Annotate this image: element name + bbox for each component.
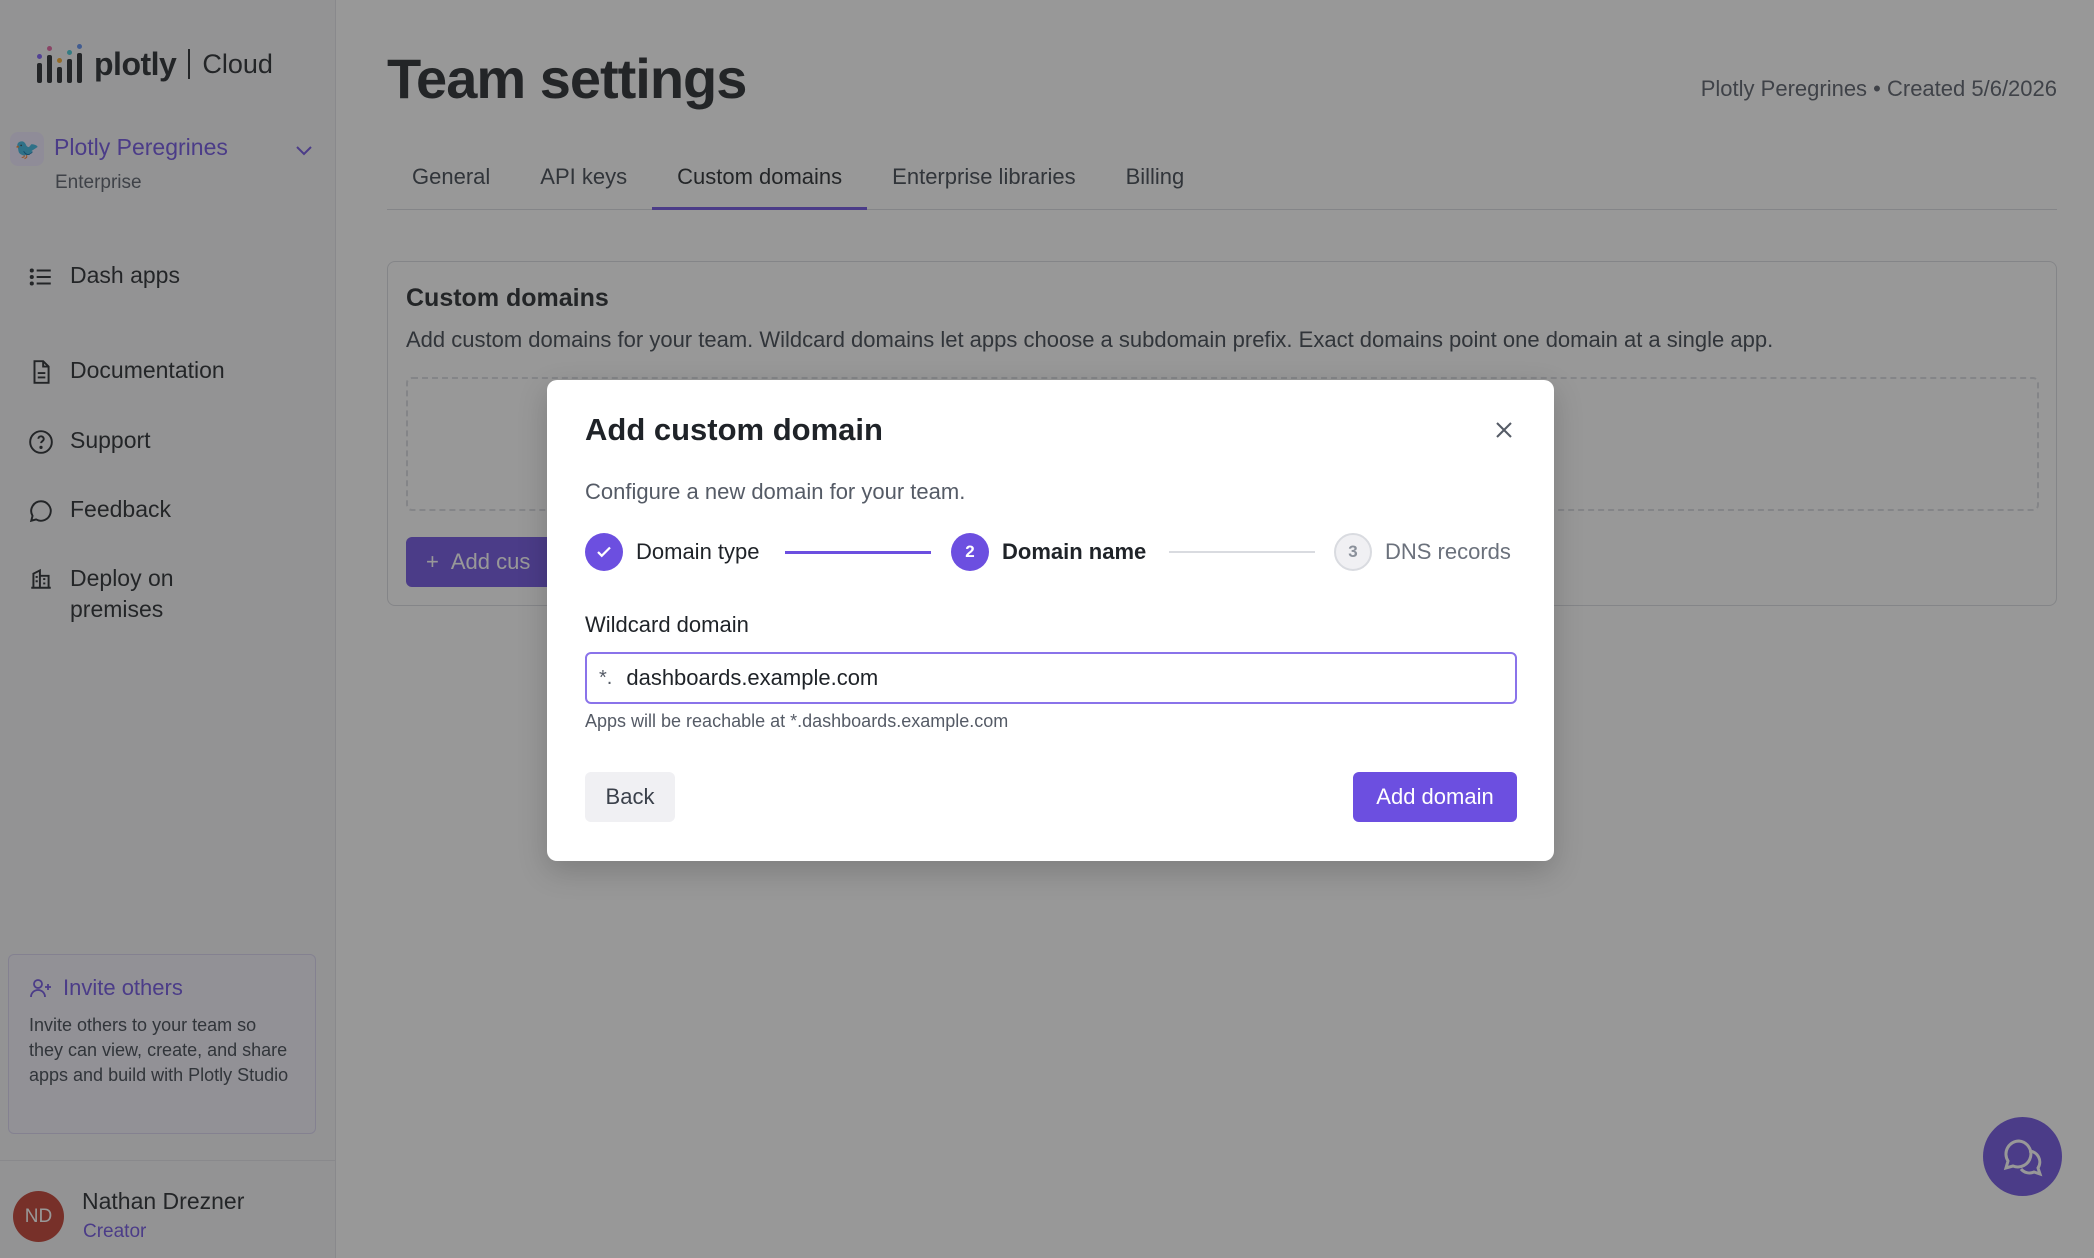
- step-domain-type[interactable]: Domain type: [585, 532, 760, 572]
- step-label: Domain name: [1002, 539, 1147, 564]
- step-domain-name: 2 Domain name: [951, 532, 1146, 572]
- step-number: 2: [951, 533, 989, 571]
- step-dns-records: 3 DNS records: [1334, 532, 1511, 572]
- step-connector: [785, 551, 931, 554]
- field-help-text: Apps will be reachable at *.dashboards.e…: [585, 711, 1009, 731]
- check-icon: [585, 533, 623, 571]
- add-custom-domain-dialog: Add custom domain Configure a new domain…: [547, 380, 1554, 861]
- close-icon[interactable]: [1490, 416, 1518, 444]
- step-number: 3: [1334, 533, 1372, 571]
- step-label: DNS records: [1385, 539, 1511, 564]
- wildcard-domain-field[interactable]: *.: [585, 652, 1517, 704]
- step-connector: [1169, 551, 1315, 553]
- wildcard-domain-label: Wildcard domain: [585, 612, 749, 637]
- back-button[interactable]: Back: [585, 772, 675, 822]
- add-domain-button[interactable]: Add domain: [1353, 772, 1517, 822]
- domain-stepper: Domain type 2 Domain name 3 DNS records: [585, 532, 1517, 572]
- wildcard-prefix: *.: [599, 666, 613, 689]
- step-label: Domain type: [636, 539, 760, 564]
- dialog-subtitle: Configure a new domain for your team.: [585, 479, 966, 504]
- dialog-title: Add custom domain: [585, 412, 883, 447]
- wildcard-domain-input[interactable]: [626, 665, 1467, 691]
